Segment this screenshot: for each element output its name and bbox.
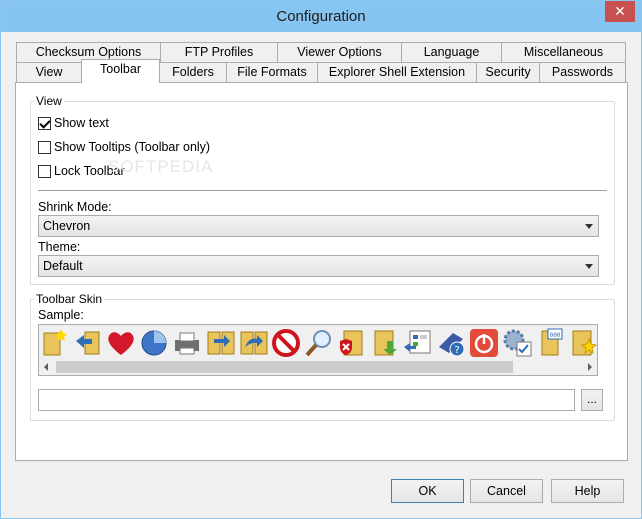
stop-icon bbox=[272, 329, 300, 357]
shrink-mode-value: Chevron bbox=[43, 219, 91, 233]
scroll-thumb[interactable] bbox=[56, 361, 513, 373]
tab-view[interactable]: View bbox=[16, 62, 82, 82]
scroll-right-icon[interactable] bbox=[588, 363, 592, 371]
delete-folder-icon bbox=[340, 330, 363, 356]
theme-value: Default bbox=[43, 259, 83, 273]
disk-usage-icon bbox=[141, 330, 167, 356]
settings-gear-icon bbox=[503, 329, 532, 357]
tab-explorer-shell-extension[interactable]: Explorer Shell Extension bbox=[317, 62, 477, 82]
show-tooltips-label: Show Tooltips (Toolbar only) bbox=[54, 140, 211, 154]
tab-language[interactable]: Language bbox=[401, 42, 502, 62]
toolbar-skin-sample[interactable]: ? 000 bbox=[38, 324, 598, 376]
toolbar-skin-group-label: Toolbar Skin bbox=[34, 292, 105, 306]
tab-ftp-profiles[interactable]: FTP Profiles bbox=[160, 42, 278, 62]
show-text-label: Show text bbox=[54, 116, 109, 130]
view-separator bbox=[38, 190, 607, 191]
star-folder-icon bbox=[572, 330, 597, 356]
window-title: Configuration bbox=[276, 8, 366, 25]
properties-icon bbox=[404, 330, 431, 354]
skin-icon-strip: ? 000 bbox=[39, 327, 597, 359]
skin-horizontal-scrollbar[interactable] bbox=[39, 359, 597, 375]
view-group: View Show text Show Tooltips (Toolbar on… bbox=[30, 94, 615, 285]
title-bar[interactable]: Configuration ✕ bbox=[1, 1, 641, 32]
tab-toolbar[interactable]: Toolbar bbox=[81, 59, 160, 83]
tab-viewer-options[interactable]: Viewer Options bbox=[277, 42, 402, 62]
copy-to-folder-icon bbox=[207, 331, 235, 355]
chevron-down-icon bbox=[585, 264, 593, 269]
move-to-folder-icon bbox=[240, 331, 268, 355]
view-group-label: View bbox=[34, 94, 64, 108]
svg-text:?: ? bbox=[454, 345, 459, 356]
sample-label: Sample: bbox=[38, 308, 84, 322]
toolbar-tab-panel: SOFTPEDIA View Show text Show Tooltips (… bbox=[15, 82, 628, 461]
lock-toolbar-check-icon[interactable] bbox=[38, 164, 51, 178]
theme-select[interactable]: Default bbox=[38, 255, 599, 277]
extract-folder-icon bbox=[374, 330, 397, 356]
tab-security[interactable]: Security bbox=[476, 62, 540, 82]
print-icon bbox=[175, 332, 199, 355]
ok-button[interactable]: OK bbox=[391, 479, 464, 503]
new-folder-icon bbox=[43, 329, 67, 356]
tab-passwords[interactable]: Passwords bbox=[539, 62, 626, 82]
back-folder-icon bbox=[76, 331, 100, 355]
configuration-window: Configuration ✕ Checksum Options FTP Pro… bbox=[0, 0, 642, 519]
show-text-checkbox[interactable]: Show text bbox=[38, 115, 109, 131]
close-button[interactable]: ✕ bbox=[605, 1, 635, 22]
cancel-button[interactable]: Cancel bbox=[470, 479, 543, 503]
help-button[interactable]: Help bbox=[551, 479, 624, 503]
theme-label: Theme: bbox=[38, 240, 81, 254]
chevron-down-icon bbox=[585, 224, 593, 229]
tab-folders[interactable]: Folders bbox=[159, 62, 227, 82]
dialog-client: Checksum Options FTP Profiles Viewer Opt… bbox=[8, 33, 634, 513]
search-icon bbox=[305, 330, 331, 357]
shrink-mode-label: Shrink Mode: bbox=[38, 200, 112, 214]
tab-file-formats[interactable]: File Formats bbox=[226, 62, 318, 82]
browse-skin-button[interactable]: ... bbox=[581, 389, 603, 411]
softpedia-watermark: SOFTPEDIA bbox=[108, 157, 214, 176]
power-icon bbox=[470, 329, 498, 357]
skin-path-input[interactable] bbox=[38, 389, 575, 411]
shrink-mode-select[interactable]: Chevron bbox=[38, 215, 599, 237]
help-book-icon: ? bbox=[439, 333, 465, 357]
favorite-heart-icon bbox=[108, 332, 134, 355]
scroll-left-icon[interactable] bbox=[44, 363, 48, 371]
checksum-icon: 000 bbox=[541, 328, 563, 356]
show-tooltips-checkbox[interactable]: Show Tooltips (Toolbar only) bbox=[38, 139, 210, 155]
tab-miscellaneous[interactable]: Miscellaneous bbox=[501, 42, 626, 62]
svg-text:000: 000 bbox=[550, 332, 561, 339]
show-tooltips-check-icon[interactable] bbox=[38, 140, 51, 154]
show-text-check-icon[interactable] bbox=[38, 116, 51, 130]
